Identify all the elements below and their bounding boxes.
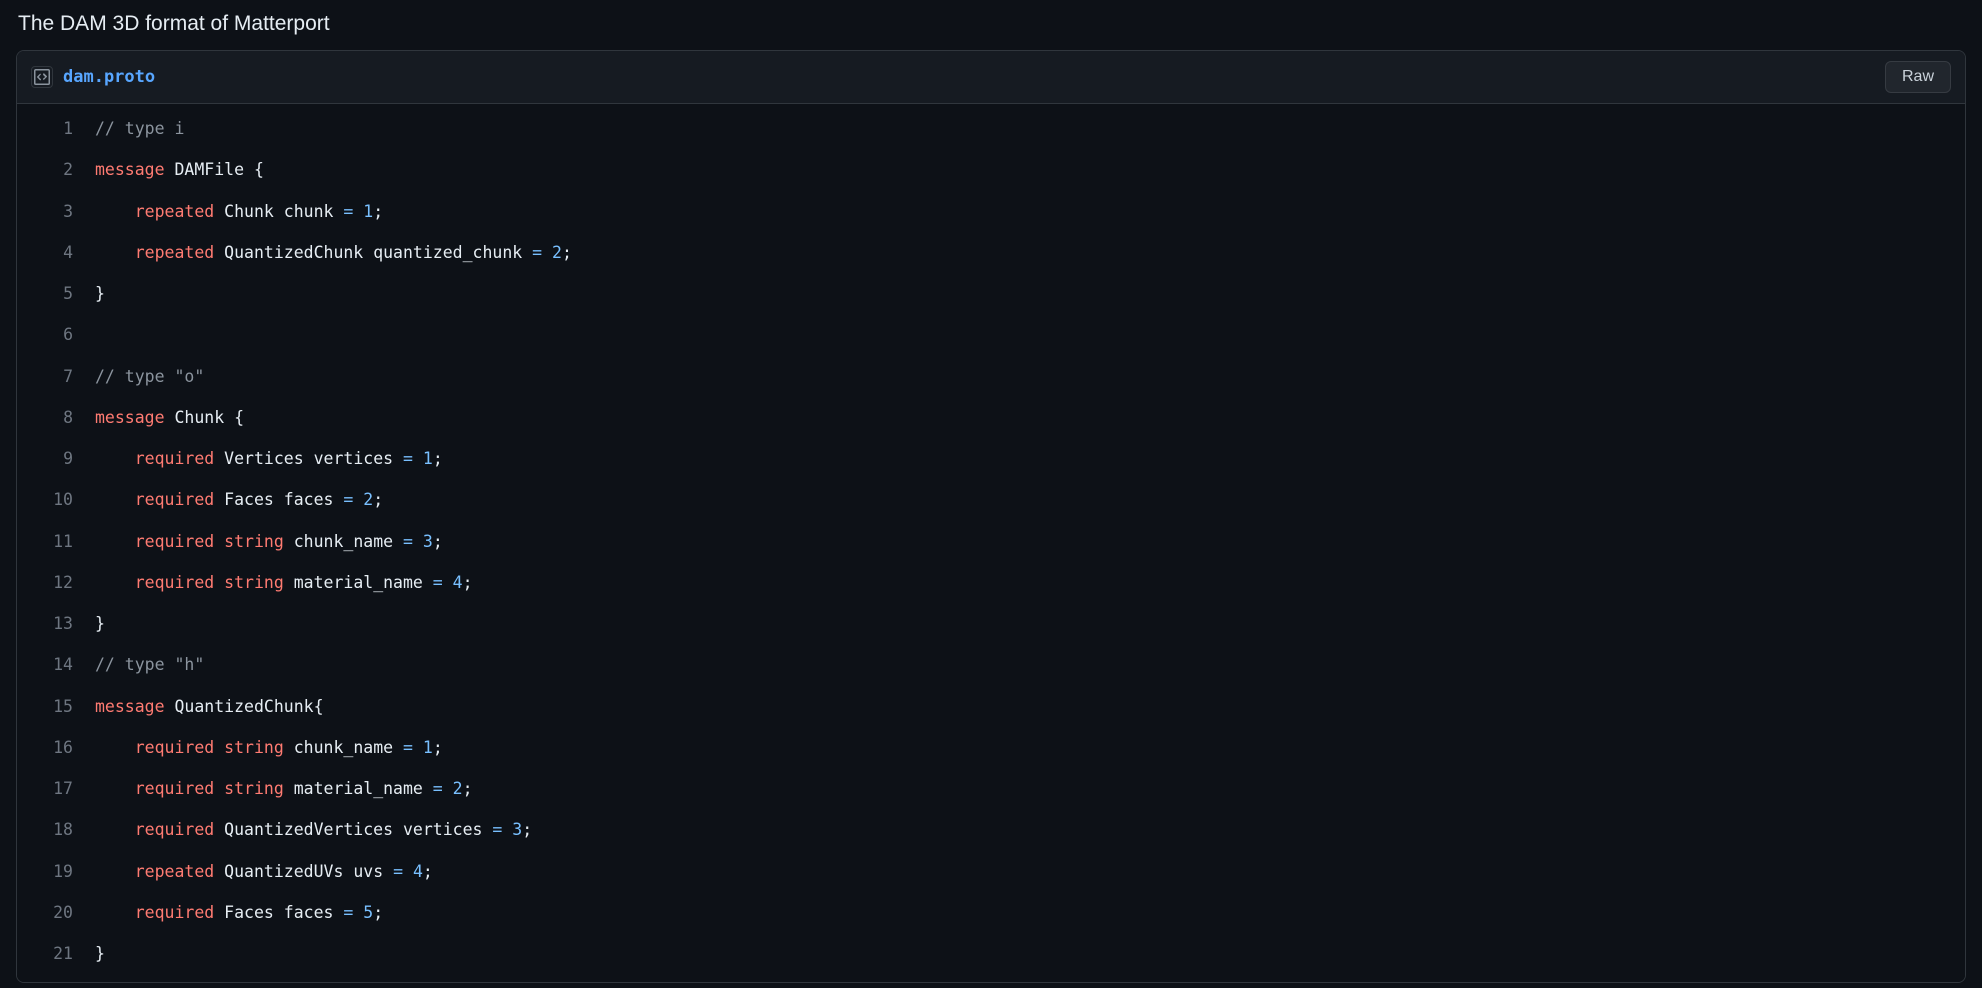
line-number[interactable]: 1 <box>17 108 95 149</box>
line-number[interactable]: 4 <box>17 232 95 273</box>
raw-button[interactable]: Raw <box>1885 61 1951 93</box>
file-name-link[interactable]: dam.proto <box>63 67 155 87</box>
line-content: // type i <box>95 108 1965 149</box>
code-line: 15message QuantizedChunk{ <box>17 686 1965 727</box>
code-line: 19 repeated QuantizedUVs uvs = 4; <box>17 851 1965 892</box>
code-line: 16 required string chunk_name = 1; <box>17 727 1965 768</box>
code-line: 3 repeated Chunk chunk = 1; <box>17 191 1965 232</box>
code-line: 8message Chunk { <box>17 397 1965 438</box>
line-content: repeated QuantizedUVs uvs = 4; <box>95 851 1965 892</box>
line-number[interactable]: 13 <box>17 603 95 644</box>
line-content: } <box>95 273 1965 314</box>
line-number[interactable]: 7 <box>17 356 95 397</box>
line-number[interactable]: 6 <box>17 314 95 355</box>
code-line: 14// type "h" <box>17 644 1965 685</box>
code-line: 13} <box>17 603 1965 644</box>
code-line: 5} <box>17 273 1965 314</box>
line-content: repeated QuantizedChunk quantized_chunk … <box>95 232 1965 273</box>
code-line: 20 required Faces faces = 5; <box>17 892 1965 933</box>
line-content: required Faces faces = 5; <box>95 892 1965 933</box>
line-content: message Chunk { <box>95 397 1965 438</box>
line-number[interactable]: 17 <box>17 768 95 809</box>
file-header: dam.proto Raw <box>17 51 1965 104</box>
line-number[interactable]: 14 <box>17 644 95 685</box>
line-number[interactable]: 9 <box>17 438 95 479</box>
code-line: 6 <box>17 314 1965 355</box>
line-content: } <box>95 603 1965 644</box>
gist-description: The DAM 3D format of Matterport <box>16 12 1966 36</box>
code-line: 12 required string material_name = 4; <box>17 562 1965 603</box>
code-line: 17 required string material_name = 2; <box>17 768 1965 809</box>
line-number[interactable]: 2 <box>17 149 95 190</box>
code-line: 11 required string chunk_name = 3; <box>17 521 1965 562</box>
line-content: } <box>95 933 1965 974</box>
line-content: required Vertices vertices = 1; <box>95 438 1965 479</box>
line-content: repeated Chunk chunk = 1; <box>95 191 1965 232</box>
line-content: required string material_name = 2; <box>95 768 1965 809</box>
line-number[interactable]: 11 <box>17 521 95 562</box>
line-content: message QuantizedChunk{ <box>95 686 1965 727</box>
line-content: // type "h" <box>95 644 1965 685</box>
line-number[interactable]: 19 <box>17 851 95 892</box>
code-square-icon <box>31 66 53 88</box>
file-box: dam.proto Raw 1// type i2message DAMFile… <box>16 50 1966 983</box>
line-content: required QuantizedVertices vertices = 3; <box>95 809 1965 850</box>
line-content: required string chunk_name = 1; <box>95 727 1965 768</box>
line-number[interactable]: 12 <box>17 562 95 603</box>
line-number[interactable]: 5 <box>17 273 95 314</box>
line-content: required string material_name = 4; <box>95 562 1965 603</box>
line-content: // type "o" <box>95 356 1965 397</box>
code-line: 4 repeated QuantizedChunk quantized_chun… <box>17 232 1965 273</box>
line-number[interactable]: 18 <box>17 809 95 850</box>
line-content: message DAMFile { <box>95 149 1965 190</box>
code-line: 18 required QuantizedVertices vertices =… <box>17 809 1965 850</box>
line-number[interactable]: 10 <box>17 479 95 520</box>
line-number[interactable]: 15 <box>17 686 95 727</box>
line-number[interactable]: 20 <box>17 892 95 933</box>
code-line: 2message DAMFile { <box>17 149 1965 190</box>
line-number[interactable]: 8 <box>17 397 95 438</box>
line-number[interactable]: 21 <box>17 933 95 974</box>
code-viewer: 1// type i2message DAMFile {3 repeated C… <box>17 104 1965 982</box>
code-line: 1// type i <box>17 108 1965 149</box>
code-line: 7// type "o" <box>17 356 1965 397</box>
line-number[interactable]: 16 <box>17 727 95 768</box>
line-content: required Faces faces = 2; <box>95 479 1965 520</box>
code-line: 21} <box>17 933 1965 974</box>
code-line: 9 required Vertices vertices = 1; <box>17 438 1965 479</box>
line-number[interactable]: 3 <box>17 191 95 232</box>
line-content: required string chunk_name = 3; <box>95 521 1965 562</box>
code-line: 10 required Faces faces = 2; <box>17 479 1965 520</box>
